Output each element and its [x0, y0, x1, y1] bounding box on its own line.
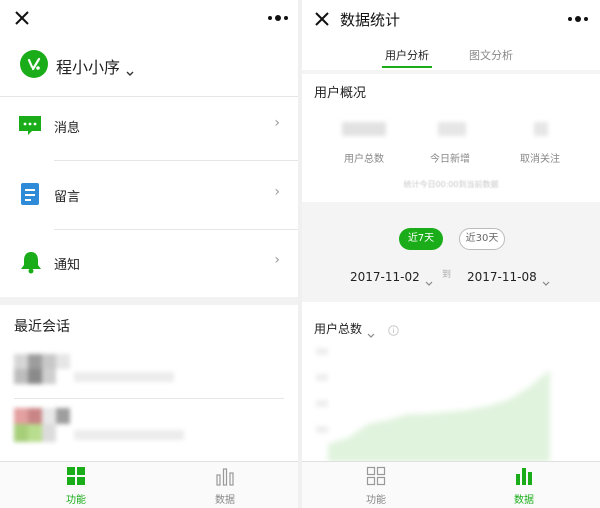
right-screen: 数据统计 用户分析 图文分析 用户概况 用户总数 今日新增 取消关注 统计今日0…: [302, 0, 600, 508]
session-item[interactable]: [0, 406, 298, 456]
range-7-days[interactable]: 近7天: [399, 228, 443, 250]
chevron-down-icon: [542, 273, 550, 286]
info-icon[interactable]: [388, 321, 399, 336]
metric-title: 用户总数: [314, 322, 363, 336]
end-date: 2017-11-08: [467, 270, 537, 284]
more-dots-icon[interactable]: [266, 10, 290, 24]
range-30-days[interactable]: 近30天: [459, 228, 505, 250]
start-date: 2017-11-02: [350, 270, 420, 284]
tab-function[interactable]: 功能: [36, 466, 116, 506]
blurred-area-chart: [328, 362, 550, 462]
chevron-down-icon: [425, 273, 433, 286]
bottom-tab-bar: 功能 数据: [302, 461, 600, 508]
chevron-right-icon: ›: [274, 252, 280, 268]
end-date-picker[interactable]: 2017-11-08: [467, 266, 550, 286]
subtab-user-analysis[interactable]: 用户分析: [382, 44, 432, 63]
bottom-tab-bar: 功能 数据: [0, 461, 298, 508]
metric-chart-card: 用户总数: [302, 302, 600, 462]
comment-icon: [20, 182, 40, 210]
grid-icon: [366, 466, 386, 486]
chevron-right-icon: ›: [274, 184, 280, 200]
avatar: [14, 408, 70, 444]
app-name: 程小小序: [56, 58, 121, 77]
stat-value-blurred: [342, 122, 386, 136]
stat-label: 今日新增: [430, 154, 470, 165]
close-icon[interactable]: [12, 8, 32, 28]
tab-label: 功能: [366, 495, 386, 506]
tab-function[interactable]: 功能: [336, 466, 416, 506]
menu-label: 消息: [54, 121, 81, 136]
more-dots-icon[interactable]: [566, 11, 590, 25]
tab-data[interactable]: 数据: [484, 466, 564, 506]
left-screen: 程小小序 消息 › 留言 › 通知 › 最近会话 功能 数据: [0, 0, 298, 508]
axis-label-blurred: [316, 374, 328, 381]
date-range-card: 近7天 近30天 2017-11-02 到 2017-11-08: [302, 210, 600, 300]
chevron-right-icon: ›: [274, 115, 280, 131]
menu-item-comment[interactable]: 留言 ›: [0, 162, 298, 230]
stat-label: 取消关注: [520, 154, 560, 165]
avatar: [14, 354, 70, 384]
menu-label: 留言: [54, 190, 81, 205]
blurred-text: [74, 430, 184, 440]
axis-label-blurred: [316, 426, 328, 433]
stat-value-blurred: [438, 122, 466, 136]
session-item[interactable]: [0, 350, 298, 400]
stat-label: 用户总数: [344, 154, 384, 165]
overview-card: 用户概况 用户总数 今日新增 取消关注 统计今日00:00到当前数据: [302, 74, 600, 202]
menu-label: 通知: [54, 258, 81, 273]
grid-icon: [66, 466, 86, 486]
bar-chart-icon: [215, 466, 235, 486]
axis-label-blurred: [316, 400, 328, 407]
nav-header: 数据统计 用户分析 图文分析: [302, 0, 600, 70]
bar-chart-icon: [514, 466, 534, 486]
start-date-picker[interactable]: 2017-11-02: [350, 266, 433, 286]
axis-label-blurred: [316, 348, 328, 355]
tab-label: 功能: [66, 495, 86, 506]
app-logo-icon: [20, 50, 48, 78]
blurred-text: [74, 372, 174, 382]
tab-label: 数据: [514, 495, 534, 506]
tab-data[interactable]: 数据: [185, 466, 265, 506]
subtab-label: 用户分析: [385, 49, 429, 62]
page-title: 数据统计: [340, 11, 401, 29]
app-switcher[interactable]: 程小小序: [56, 54, 135, 77]
chevron-down-icon: [125, 64, 135, 76]
chevron-down-icon: [367, 325, 375, 338]
recent-sessions-title: 最近会话: [14, 319, 70, 335]
overview-title: 用户概况: [314, 86, 367, 101]
subtab-article-analysis[interactable]: 图文分析: [466, 44, 516, 63]
message-icon: [18, 115, 42, 141]
tab-label: 数据: [215, 495, 235, 506]
stat-value-blurred: [534, 122, 548, 136]
subtab-active-indicator: [382, 66, 432, 68]
date-separator: 到: [442, 270, 452, 280]
section-gap: [0, 297, 298, 305]
subtab-label: 图文分析: [469, 49, 513, 62]
bell-icon: [20, 250, 42, 278]
stats-note: 统计今日00:00到当前数据: [403, 180, 499, 189]
metric-selector[interactable]: 用户总数: [314, 318, 375, 338]
close-icon[interactable]: [312, 9, 332, 29]
menu-item-notice[interactable]: 通知 ›: [0, 230, 298, 298]
menu-item-message[interactable]: 消息 ›: [0, 93, 298, 161]
